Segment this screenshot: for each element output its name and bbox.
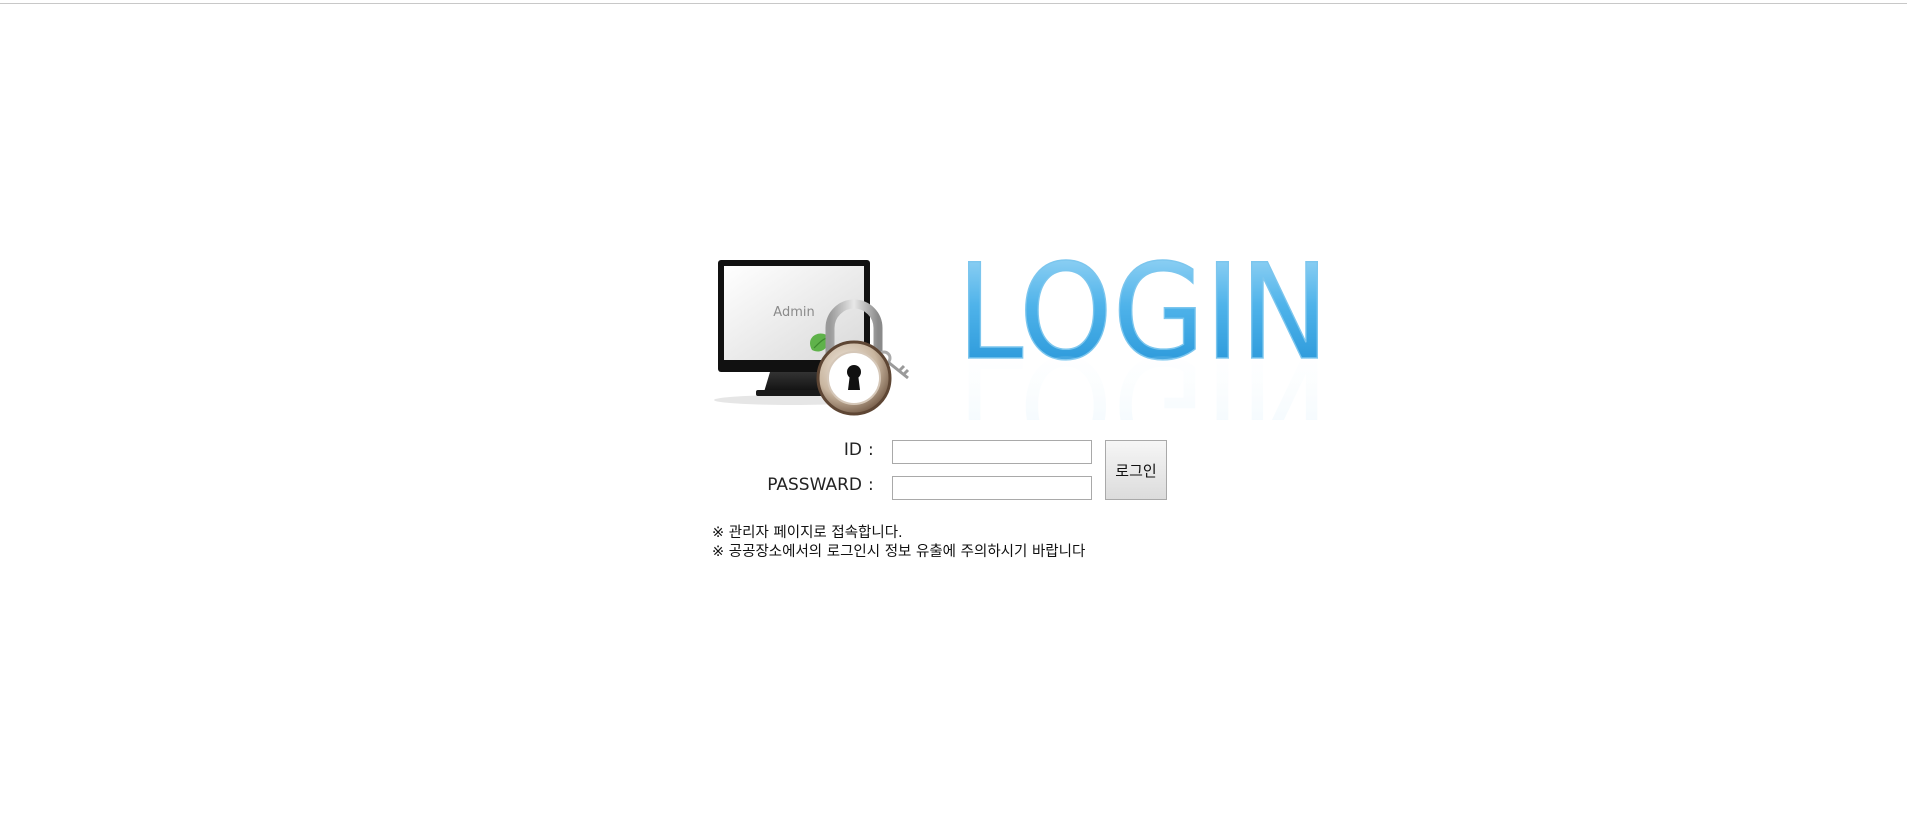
- login-page: Admin LOGIN LOGIN ID: PASSWARD: 로그인 ※ …: [0, 0, 1907, 818]
- id-input[interactable]: [892, 440, 1092, 464]
- password-label: PASSWARD: [767, 475, 862, 495]
- login-form: ID : PASSWARD : 로그인: [740, 438, 1180, 508]
- id-label: ID: [843, 440, 862, 460]
- monitor-admin-caption: Admin: [773, 305, 814, 320]
- login-wordmark-logo: LOGIN LOGIN: [956, 250, 1330, 420]
- notice-public-place-warning: ※ 공공장소에서의 로그인시 정보 유출에 주의하시기 바랍니다: [712, 544, 1086, 560]
- id-label-colon: :: [868, 440, 874, 460]
- notice-admin-access: ※ 관리자 페이지로 접속합니다.: [712, 525, 903, 541]
- login-notices: ※ 관리자 페이지로 접속합니다. ※ 공공장소에서의 로그인시 정보 유출에 …: [712, 524, 1085, 562]
- login-button[interactable]: 로그인: [1105, 440, 1167, 500]
- password-label-colon: :: [868, 475, 874, 495]
- top-divider: [0, 0, 1907, 4]
- password-input[interactable]: [892, 476, 1092, 500]
- admin-monitor-lock-illustration: Admin: [714, 260, 910, 416]
